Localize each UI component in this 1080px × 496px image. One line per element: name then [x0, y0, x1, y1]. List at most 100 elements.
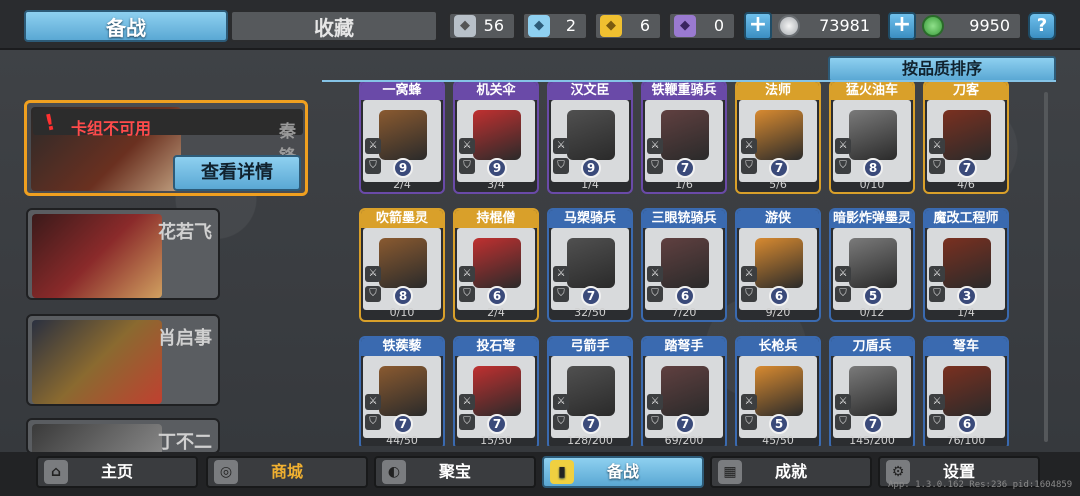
purple-crest-icon: ◆	[674, 15, 696, 37]
unit-card[interactable]: 铁鞭重骑兵 ⚔ ⛉ 7 1/6	[641, 82, 727, 194]
unit-cost-badge: 7	[675, 414, 695, 434]
unit-trait-icon: ⛉	[741, 158, 757, 174]
unit-portrait	[661, 238, 709, 288]
hero-portrait	[32, 424, 162, 452]
silver-crest-icon: ◆	[454, 15, 476, 37]
unit-portrait	[473, 110, 521, 160]
unit-card[interactable]: 魔改工程师 ⚔ ⛉ 3 1/4	[923, 208, 1009, 322]
unit-card[interactable]: 暗影炸弹墨灵 ⚔ ⛉ 5 0/12	[829, 208, 915, 322]
unit-body: ⚔ ⛉ 6	[457, 228, 535, 310]
hero-card[interactable]: 丁不二	[26, 418, 220, 454]
nav-treasure[interactable]: ◐ 聚宝	[374, 456, 536, 488]
warning-icon: !	[42, 110, 58, 137]
unit-name: 猛火油车	[831, 82, 913, 100]
unit-collection-count: 69/200	[664, 434, 704, 446]
unit-skill-icon: ⚔	[929, 138, 945, 154]
unit-name: 游侠	[737, 210, 819, 228]
unit-skill-icon: ⚔	[365, 394, 381, 410]
unit-card[interactable]: 机关伞 ⚔ ⛉ 9 3/4	[453, 82, 539, 194]
unit-card[interactable]: 弓箭手 ⚔ ⛉ 7 128/200	[547, 336, 633, 446]
treasure-icon: ◐	[382, 460, 406, 484]
unit-card[interactable]: 吹箭墨灵 ⚔ ⛉ 8 0/10	[359, 208, 445, 322]
unit-trait-icon: ⛉	[365, 158, 381, 174]
unit-card[interactable]: 一窝蜂 ⚔ ⛉ 9 2/4	[359, 82, 445, 194]
unit-collection-count: 1/6	[675, 178, 693, 191]
unit-portrait	[379, 238, 427, 288]
nav-shop[interactable]: ◎ 商城	[206, 456, 368, 488]
unit-body: ⚔ ⛉ 7	[645, 356, 723, 438]
grid-scrollbar[interactable]	[1044, 92, 1048, 442]
unit-body: ⚔ ⛉ 9	[363, 100, 441, 182]
hero-name: 丁不二	[158, 432, 212, 453]
help-button[interactable]: ?	[1028, 12, 1056, 40]
unit-portrait	[661, 110, 709, 160]
unit-portrait	[567, 238, 615, 288]
unit-card[interactable]: 三眼铳骑兵 ⚔ ⛉ 6 7/20	[641, 208, 727, 322]
unit-name: 暗影炸弹墨灵	[831, 210, 913, 228]
unit-skill-icon: ⚔	[553, 138, 569, 154]
unit-collection-count: 2/4	[487, 306, 505, 319]
unit-card[interactable]: 刀盾兵 ⚔ ⛉ 7 145/200	[829, 336, 915, 446]
add-silver-button[interactable]: +	[744, 12, 772, 40]
unit-card[interactable]: 长枪兵 ⚔ ⛉ 5 45/50	[735, 336, 821, 446]
unit-name: 铁鞭重骑兵	[643, 82, 725, 100]
unit-card[interactable]: 马槊骑兵 ⚔ ⛉ 7 32/50	[547, 208, 633, 322]
unit-card[interactable]: 刀客 ⚔ ⛉ 7 4/6	[923, 82, 1009, 194]
unit-body: ⚔ ⛉ 8	[363, 228, 441, 310]
unit-card[interactable]: 投石弩 ⚔ ⛉ 7 15/50	[453, 336, 539, 446]
unit-card[interactable]: 铁蒺藜 ⚔ ⛉ 7 44/50	[359, 336, 445, 446]
unit-card[interactable]: 踏弩手 ⚔ ⛉ 7 69/200	[641, 336, 727, 446]
unit-skill-icon: ⚔	[459, 138, 475, 154]
unit-cost-badge: 7	[581, 286, 601, 306]
unit-portrait	[849, 110, 897, 160]
unit-cost-badge: 9	[393, 158, 413, 178]
unit-portrait	[473, 238, 521, 288]
unit-trait-icon: ⛉	[647, 286, 663, 302]
nav-label: 成就	[774, 462, 807, 481]
unit-trait-icon: ⛉	[835, 414, 851, 430]
unit-card[interactable]: 持棍僧 ⚔ ⛉ 6 2/4	[453, 208, 539, 322]
home-icon: ⌂	[44, 460, 68, 484]
tab-collection[interactable]: 收藏	[230, 10, 438, 42]
unit-card[interactable]: 游侠 ⚔ ⛉ 6 9/20	[735, 208, 821, 322]
unit-collection-count: 128/200	[567, 434, 613, 446]
unit-body: ⚔ ⛉ 6	[645, 228, 723, 310]
unit-collection-count: 9/20	[765, 306, 791, 319]
hero-card[interactable]: 肖启事	[26, 314, 220, 406]
unit-trait-icon: ⛉	[459, 158, 475, 174]
view-details-button[interactable]: 查看详情	[173, 155, 301, 191]
unit-cost-badge: 7	[863, 414, 883, 434]
unit-skill-icon: ⚔	[929, 266, 945, 282]
jade-counter: + 9950	[888, 12, 1022, 40]
unit-cost-badge: 7	[581, 414, 601, 434]
add-jade-button[interactable]: +	[888, 12, 916, 40]
unit-body: ⚔ ⛉ 7	[739, 100, 817, 182]
unit-card[interactable]: 法师 ⚔ ⛉ 7 5/6	[735, 82, 821, 194]
unit-skill-icon: ⚔	[835, 138, 851, 154]
unit-body: ⚔ ⛉ 7	[833, 356, 911, 438]
sort-by-quality-button[interactable]: 按品质排序	[828, 56, 1056, 82]
unit-collection-count: 3/4	[487, 178, 505, 191]
resource-value: 56	[483, 16, 504, 35]
nav-label: 备战	[606, 462, 639, 481]
tab-prepare[interactable]: 备战	[24, 10, 228, 42]
hero-card[interactable]: 花若飞	[26, 208, 220, 300]
unit-body: ⚔ ⛉ 7	[927, 100, 1005, 182]
unit-portrait	[661, 366, 709, 416]
unit-trait-icon: ⛉	[835, 158, 851, 174]
unit-card[interactable]: 汉文臣 ⚔ ⛉ 9 1/4	[547, 82, 633, 194]
unit-cost-badge: 6	[957, 414, 977, 434]
unit-card[interactable]: 弩车 ⚔ ⛉ 6 76/100	[923, 336, 1009, 446]
unit-portrait	[567, 366, 615, 416]
unit-portrait	[379, 366, 427, 416]
unit-card[interactable]: 猛火油车 ⚔ ⛉ 8 0/10	[829, 82, 915, 194]
unit-skill-icon: ⚔	[553, 394, 569, 410]
unit-name: 一窝蜂	[361, 82, 443, 100]
selected-hero-card[interactable]: ! 卡组不可用 秦锋 查看详情	[24, 100, 308, 196]
nav-achievement[interactable]: ▦ 成就	[710, 456, 872, 488]
nav-home[interactable]: ⌂ 主页	[36, 456, 198, 488]
unit-trait-icon: ⛉	[553, 414, 569, 430]
unit-collection-count: 2/4	[393, 178, 411, 191]
nav-prepare[interactable]: ▮ 备战	[542, 456, 704, 488]
nav-label: 商城	[270, 462, 303, 481]
